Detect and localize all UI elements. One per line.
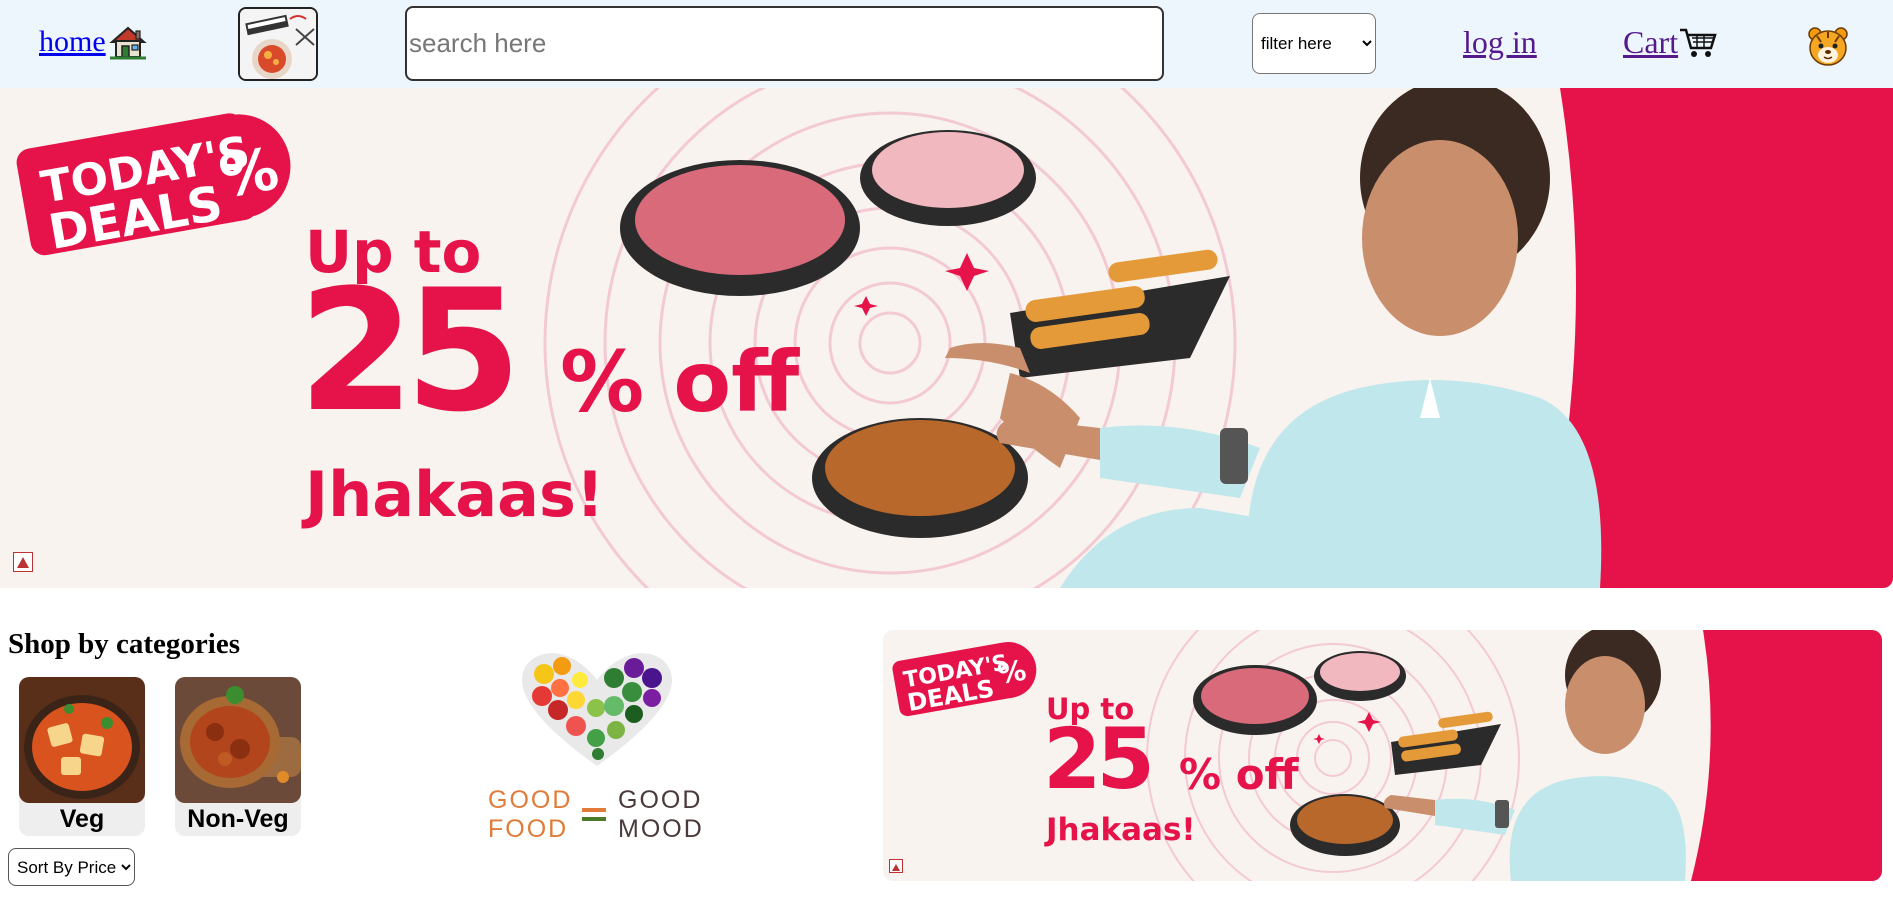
secondary-headline-number: 25 xyxy=(1043,710,1155,808)
category-card-non-veg[interactable]: Non-Veg xyxy=(175,677,301,836)
headline-tagline: Jhakaas! xyxy=(305,458,605,531)
restaurant-logo[interactable] xyxy=(238,7,318,81)
secondary-headline-tagline: Jhakaas! xyxy=(1046,812,1196,848)
percent-symbol: % xyxy=(214,134,284,212)
login-link[interactable]: log in xyxy=(1463,24,1537,61)
secondary-deals-banner[interactable]: TODAY'S DEALS % Up to 25 % off Jhakaas! xyxy=(883,630,1882,881)
equals-sign-icon xyxy=(582,808,606,821)
secondary-percent-symbol: % xyxy=(995,653,1029,691)
category-card-veg[interactable]: Veg xyxy=(19,677,145,836)
top-nav-bar: home filter here log in Cart xyxy=(0,0,1893,88)
headline-discount-number: 25 xyxy=(298,253,522,449)
veg-category-image xyxy=(19,677,145,803)
good-food-line-1: GOOD xyxy=(488,786,573,814)
good-mood-line-1: GOOD xyxy=(618,786,703,814)
headline-percent-off: % off xyxy=(560,333,800,431)
good-food-line-2: FOOD xyxy=(488,815,569,843)
good-mood-line-2: MOOD xyxy=(618,815,704,843)
shopping-cart-icon xyxy=(1680,28,1717,57)
cart-link-label: Cart xyxy=(1623,24,1679,60)
home-link-label: home xyxy=(39,25,106,58)
restaurant-logo-graphic xyxy=(240,9,316,79)
hero-deals-banner[interactable]: TODAY'S DEALS % Up to 25 % off Jhakaas! xyxy=(0,88,1893,588)
veg-category-label: Veg xyxy=(59,805,105,833)
non-veg-category-label: Non-Veg xyxy=(187,805,289,833)
secondary-headline-percent-off: % off xyxy=(1179,750,1299,799)
filter-select[interactable]: filter here xyxy=(1252,13,1376,74)
home-link[interactable]: home xyxy=(39,24,148,60)
sort-by-price-select[interactable]: Sort By Price xyxy=(8,848,135,886)
search-input[interactable] xyxy=(405,6,1164,81)
categories-heading: Shop by categories xyxy=(8,628,240,660)
secondary-broken-image-icon xyxy=(889,859,903,873)
non-veg-category-image xyxy=(175,677,301,803)
house-icon xyxy=(108,26,147,60)
tiger-face-icon xyxy=(1808,27,1848,66)
hero-banner-graphic xyxy=(0,88,1893,588)
user-avatar-icon[interactable] xyxy=(1807,26,1849,66)
broken-image-icon xyxy=(13,552,33,572)
good-food-good-mood-graphic: GOOD FOOD GOOD MOOD xyxy=(484,648,710,850)
vegetable-heart-icon xyxy=(522,653,672,766)
cart-link[interactable]: Cart xyxy=(1623,24,1718,61)
